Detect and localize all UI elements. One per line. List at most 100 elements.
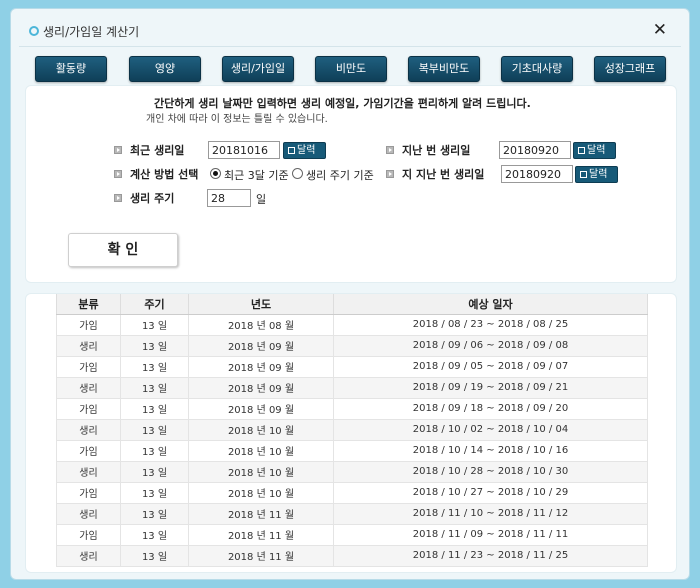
cell-expected-date: 2018 / 11 / 09 ~ 2018 / 11 / 11 xyxy=(333,523,648,546)
tab-nutrition[interactable]: 영양 xyxy=(129,56,201,82)
cell-category: 생리 xyxy=(56,334,121,357)
cell-expected-date: 2018 / 08 / 23 ~ 2018 / 08 / 25 xyxy=(333,313,648,336)
tab-obesity[interactable]: 비만도 xyxy=(315,56,387,82)
table-body: 가임 13 일 2018 년 08 월 2018 / 08 / 23 ~ 2018 /… xyxy=(56,313,648,567)
method-radio-cycle[interactable] xyxy=(292,168,303,179)
table-row: 생리 13 일 2018 년 11 월 2018 / 11 / 23 ~ 2018 /… xyxy=(56,544,648,567)
title-bar: 생리/가임일 계산기 ✕ xyxy=(19,15,681,47)
cell-cycle: 13 일 xyxy=(120,376,189,399)
cell-cycle: 13 일 xyxy=(120,334,189,357)
cell-cycle: 13 일 xyxy=(120,502,189,525)
cycle-unit: 일 xyxy=(256,193,267,206)
cell-cycle: 13 일 xyxy=(120,544,189,567)
tab-period[interactable]: 생리/가임일 xyxy=(222,56,294,82)
method-label: 계산 방법 선택 xyxy=(130,168,199,181)
tab-bar: 활동량 영양 생리/가임일 비만도 복부비만도 기초대사량 성장그래프 xyxy=(35,56,675,82)
bullet-icon xyxy=(114,146,122,154)
cell-expected-date: 2018 / 10 / 27 ~ 2018 / 10 / 29 xyxy=(333,481,648,504)
cell-expected-date: 2018 / 09 / 06 ~ 2018 / 09 / 08 xyxy=(333,334,648,357)
cell-category: 생리 xyxy=(56,502,121,525)
cell-year: 2018 년 09 월 xyxy=(188,334,334,357)
cell-year: 2018 년 10 월 xyxy=(188,439,334,462)
calendar-icon xyxy=(580,171,587,178)
cell-category: 생리 xyxy=(56,544,121,567)
bullet-icon xyxy=(114,194,122,202)
table-row: 가임 13 일 2018 년 11 월 2018 / 11 / 09 ~ 2018 /… xyxy=(56,523,648,546)
input-panel: 간단하게 생리 날짜만 입력하면 생리 예정일, 가임기간을 편리하게 알려 드… xyxy=(25,85,677,283)
table-row: 가임 13 일 2018 년 09 월 2018 / 09 / 18 ~ 2018 /… xyxy=(56,397,648,420)
cycle-label: 생리 주기 xyxy=(130,192,175,205)
calculator-window: 생리/가임일 계산기 ✕ 활동량 영양 생리/가임일 비만도 복부비만도 기초대… xyxy=(10,8,690,580)
calendar-button-label: 달력 xyxy=(587,145,606,156)
cell-category: 가임 xyxy=(56,481,121,504)
cell-cycle: 13 일 xyxy=(120,313,189,336)
header-expected-date: 예상 일자 xyxy=(333,294,648,315)
calendar-icon xyxy=(578,147,585,154)
table-row: 생리 13 일 2018 년 09 월 2018 / 09 / 06 ~ 2018 /… xyxy=(56,334,648,357)
before-last-period-input[interactable] xyxy=(501,165,573,183)
cell-year: 2018 년 10 월 xyxy=(188,481,334,504)
table-row: 가임 13 일 2018 년 09 월 2018 / 09 / 05 ~ 2018 /… xyxy=(56,355,648,378)
tab-growth-graph[interactable]: 성장그래프 xyxy=(594,56,666,82)
cell-cycle: 13 일 xyxy=(120,460,189,483)
intro-note: 개인 차에 따라 이 정보는 틀릴 수 있습니다. xyxy=(146,114,328,125)
method-option-cycle: 생리 주기 기준 xyxy=(306,169,374,182)
calendar-button-label: 달력 xyxy=(589,169,608,180)
cell-cycle: 13 일 xyxy=(120,481,189,504)
cell-year: 2018 년 10 월 xyxy=(188,418,334,441)
last-period-label: 지난 번 생리일 xyxy=(402,144,471,157)
cell-expected-date: 2018 / 11 / 10 ~ 2018 / 11 / 12 xyxy=(333,502,648,525)
cell-expected-date: 2018 / 11 / 23 ~ 2018 / 11 / 25 xyxy=(333,544,648,567)
cell-category: 생리 xyxy=(56,460,121,483)
method-option-3months: 최근 3달 기준 xyxy=(224,169,289,182)
cell-cycle: 13 일 xyxy=(120,397,189,420)
table-row: 가임 13 일 2018 년 08 월 2018 / 08 / 23 ~ 2018 /… xyxy=(56,313,648,336)
calendar-icon xyxy=(288,147,295,154)
cell-category: 생리 xyxy=(56,418,121,441)
table-row: 가임 13 일 2018 년 10 월 2018 / 10 / 14 ~ 2018 /… xyxy=(56,439,648,462)
before-last-calendar-button[interactable]: 달력 xyxy=(575,166,618,183)
window-title: 생리/가임일 계산기 xyxy=(43,25,140,39)
header-cycle: 주기 xyxy=(120,294,189,315)
recent-period-input[interactable] xyxy=(208,141,280,159)
cell-year: 2018 년 10 월 xyxy=(188,460,334,483)
intro-text: 간단하게 생리 날짜만 입력하면 생리 예정일, 가임기간을 편리하게 알려 드… xyxy=(154,97,531,110)
before-last-period-label: 지 지난 번 생리일 xyxy=(402,168,485,181)
table-header-row: 분류 주기 년도 예상 일자 xyxy=(56,294,648,315)
bullet-icon xyxy=(386,170,394,178)
result-panel: 분류 주기 년도 예상 일자 가임 13 일 2018 년 08 월 2018 / 0… xyxy=(25,293,677,573)
last-calendar-button[interactable]: 달력 xyxy=(573,142,616,159)
cell-category: 가임 xyxy=(56,523,121,546)
cell-year: 2018 년 11 월 xyxy=(188,502,334,525)
confirm-button[interactable]: 확 인 xyxy=(68,233,178,267)
tab-abdominal-obesity[interactable]: 복부비만도 xyxy=(408,56,480,82)
cycle-input[interactable] xyxy=(207,189,251,207)
close-icon[interactable]: ✕ xyxy=(653,20,667,40)
cell-category: 가임 xyxy=(56,355,121,378)
cell-expected-date: 2018 / 09 / 05 ~ 2018 / 09 / 07 xyxy=(333,355,648,378)
header-year: 년도 xyxy=(188,294,334,315)
cell-year: 2018 년 11 월 xyxy=(188,544,334,567)
last-period-input[interactable] xyxy=(499,141,571,159)
recent-period-label: 최근 생리일 xyxy=(130,144,185,157)
bullet-icon xyxy=(114,170,122,178)
cell-year: 2018 년 09 월 xyxy=(188,355,334,378)
cell-category: 가임 xyxy=(56,439,121,462)
method-radio-3months[interactable] xyxy=(210,168,221,179)
bullet-icon xyxy=(386,146,394,154)
cell-expected-date: 2018 / 09 / 18 ~ 2018 / 09 / 20 xyxy=(333,397,648,420)
header-category: 분류 xyxy=(56,294,121,315)
cell-category: 생리 xyxy=(56,376,121,399)
tab-activity[interactable]: 활동량 xyxy=(35,56,107,82)
cell-expected-date: 2018 / 10 / 28 ~ 2018 / 10 / 30 xyxy=(333,460,648,483)
cell-category: 가임 xyxy=(56,397,121,420)
table-row: 생리 13 일 2018 년 10 월 2018 / 10 / 28 ~ 2018 /… xyxy=(56,460,648,483)
cell-cycle: 13 일 xyxy=(120,523,189,546)
tab-bmr[interactable]: 기초대사량 xyxy=(501,56,573,82)
circle-icon xyxy=(29,26,39,36)
cell-category: 가임 xyxy=(56,313,121,336)
cell-year: 2018 년 08 월 xyxy=(188,313,334,336)
table-row: 생리 13 일 2018 년 11 월 2018 / 11 / 10 ~ 2018 /… xyxy=(56,502,648,525)
recent-calendar-button[interactable]: 달력 xyxy=(283,142,326,159)
result-table: 분류 주기 년도 예상 일자 가임 13 일 2018 년 08 월 2018 / 0… xyxy=(56,294,648,567)
